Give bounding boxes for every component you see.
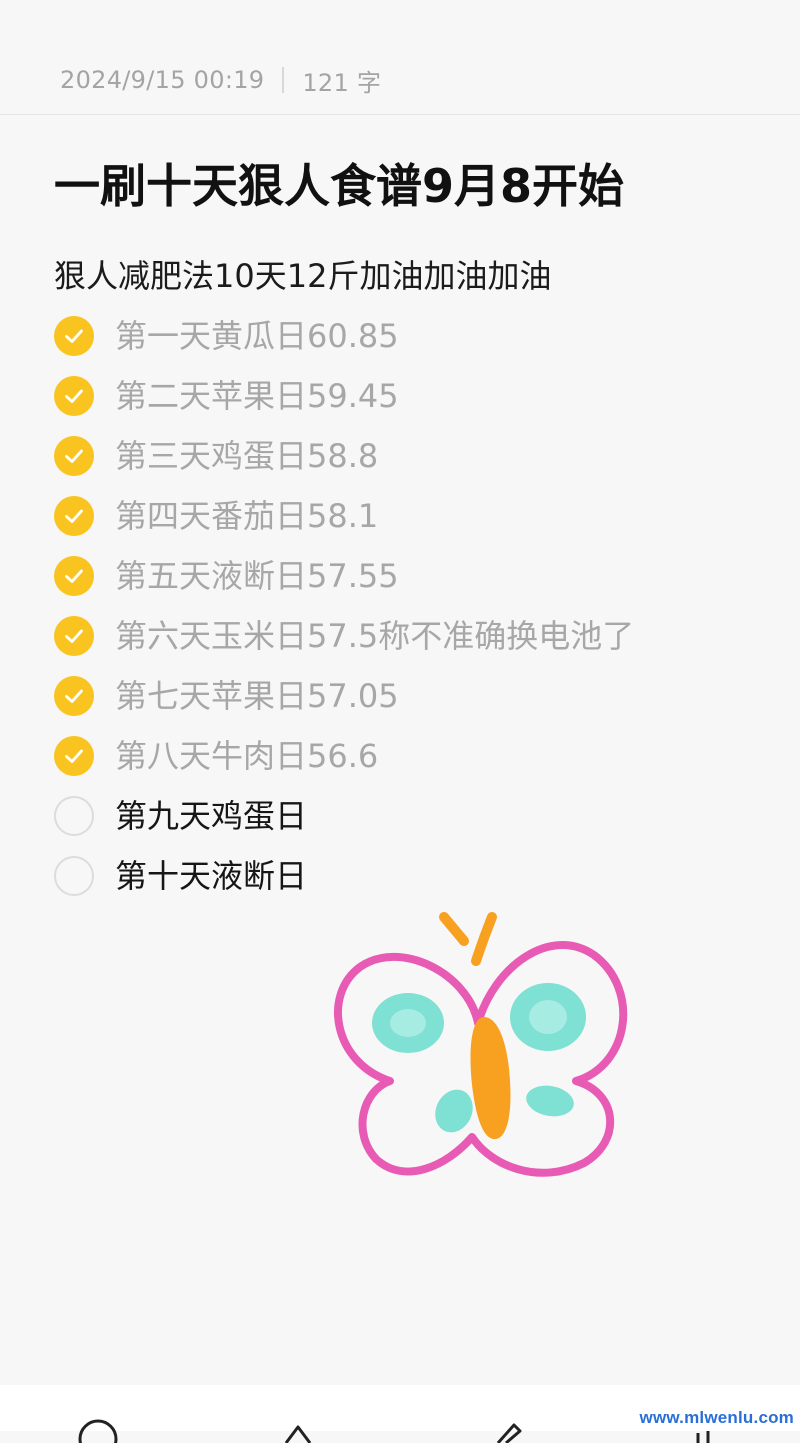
note-title[interactable]: 一刷十天狠人食谱9月8开始 [54,150,624,222]
check-circle-icon[interactable] [54,616,94,656]
header-divider [0,114,800,115]
checklist-item[interactable]: 第八天牛肉日56.6 [54,726,634,786]
checklist-item-text[interactable]: 第二天苹果日59.45 [115,374,399,418]
butterfly-sticker[interactable] [322,905,642,1195]
checklist-item-text[interactable]: 第六天玉米日57.5称不准确换电池了 [115,614,634,658]
check-circle-icon[interactable] [54,736,94,776]
checklist-item-text[interactable]: 第八天牛肉日56.6 [115,734,378,778]
checklist-item[interactable]: 第九天鸡蛋日 [54,786,634,846]
checklist-item-text[interactable]: 第三天鸡蛋日58.8 [115,434,378,478]
checklist-item[interactable]: 第一天黄瓜日60.85 [54,306,634,366]
pen-icon[interactable] [486,1413,530,1443]
check-circle-icon[interactable] [54,376,94,416]
checklist-item-text[interactable]: 第十天液断日 [115,854,307,898]
meta-separator [282,67,285,93]
checklist-item[interactable]: 第七天苹果日57.05 [54,666,634,726]
bookmark-icon[interactable] [276,1413,320,1443]
watermark-text: www.mlwenlu.com [639,1408,794,1427]
checklist-item[interactable]: 第三天鸡蛋日58.8 [54,426,634,486]
check-circle-icon[interactable] [54,496,94,536]
checklist-item-text[interactable]: 第一天黄瓜日60.85 [115,314,399,358]
top-toolbar-partial [0,0,800,6]
note-date: 2024/9/15 00:19 [60,66,265,94]
checklist-item-text[interactable]: 第四天番茄日58.1 [115,494,378,538]
empty-circle-icon[interactable] [54,796,94,836]
note-word-count: 121 字 [302,68,382,97]
checklist-item[interactable]: 第六天玉米日57.5称不准确换电池了 [54,606,634,666]
checklist: 第一天黄瓜日60.85 第二天苹果日59.45 第三天鸡蛋日58.8 第四天番茄日58… [54,306,634,906]
butterfly-antennae [439,912,497,966]
checklist-item[interactable]: 第十天液断日 [54,846,634,906]
checklist-item[interactable]: 第二天苹果日59.45 [54,366,634,426]
note-meta: 2024/9/15 00:19 121 字 [60,60,381,100]
check-circle-icon[interactable] [54,676,94,716]
check-circle-icon[interactable] [54,316,94,356]
note-body-text[interactable]: 狠人减肥法10天12斤加油加油加油 [54,252,551,300]
check-circle-icon[interactable] [54,436,94,476]
bottom-toolbar: www.mlwenlu.com [0,1385,800,1443]
empty-circle-icon[interactable] [54,856,94,896]
checklist-item[interactable]: 第五天液断日57.55 [54,546,634,606]
checklist-item[interactable]: 第四天番茄日58.1 [54,486,634,546]
check-circle-icon[interactable] [54,556,94,596]
checklist-item-text[interactable]: 第九天鸡蛋日 [115,794,307,838]
butterfly-body [470,1017,511,1140]
checklist-item-text[interactable]: 第五天液断日57.55 [115,554,399,598]
checklist-icon[interactable] [76,1413,120,1443]
checklist-item-text[interactable]: 第七天苹果日57.05 [115,674,399,718]
